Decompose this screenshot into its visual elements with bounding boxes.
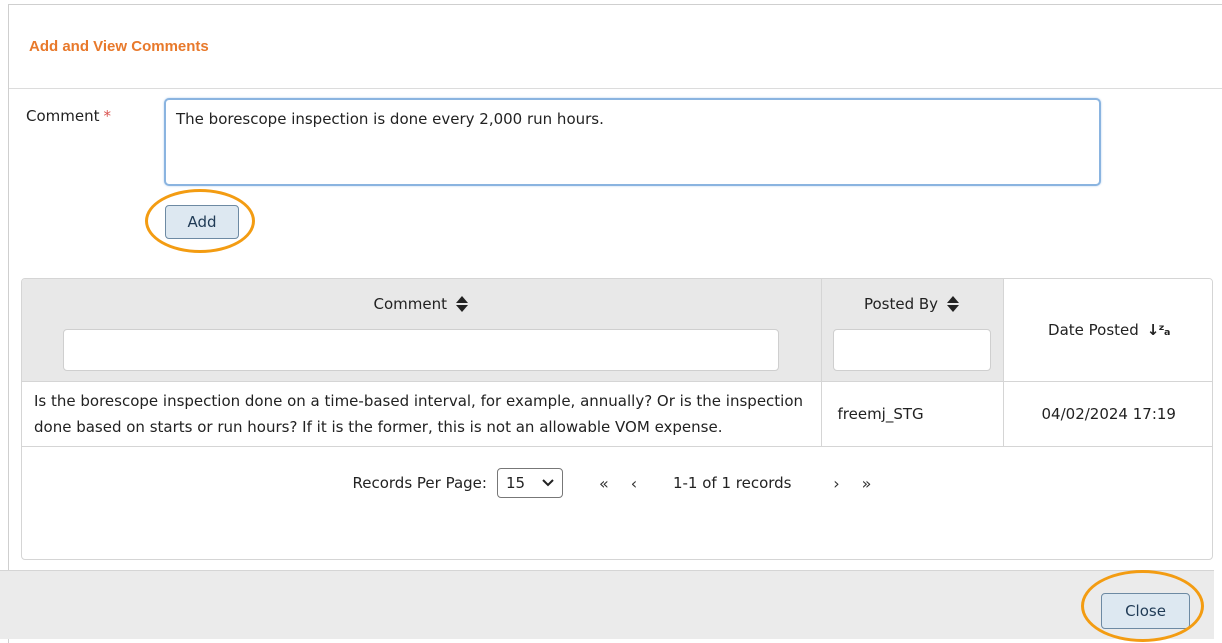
sort-icon[interactable]: [455, 295, 469, 313]
column-header-comment[interactable]: Comment: [22, 279, 822, 382]
comment-label: Comment *: [26, 107, 111, 125]
records-per-page-value: 15: [505, 474, 526, 492]
sort-descending-za-icon[interactable]: ↓ᶻₐ: [1147, 321, 1171, 339]
header-row: Comment Posted By Date Posted ↓ᶻₐ: [22, 279, 1212, 382]
add-button[interactable]: Add: [165, 205, 239, 239]
posted-by-filter-input[interactable]: [833, 329, 991, 371]
dialog-title: Add and View Comments: [29, 38, 209, 55]
column-date-posted-label: Date Posted: [1048, 321, 1139, 339]
chevron-down-icon: [542, 479, 554, 487]
page-info: 1-1 of 1 records: [672, 474, 792, 492]
comments-table: Comment Posted By Date Posted ↓ᶻₐ Is the…: [22, 279, 1212, 447]
column-posted-by-label: Posted By: [863, 295, 939, 313]
dialog-footer: Close: [0, 570, 1214, 639]
comment-label-text: Comment: [26, 107, 100, 125]
sort-icon[interactable]: [946, 295, 960, 313]
first-page-icon[interactable]: «: [589, 474, 619, 493]
column-comment-label: Comment: [373, 295, 448, 313]
next-page-icon[interactable]: ›: [822, 474, 852, 493]
previous-page-icon[interactable]: ‹: [619, 474, 649, 493]
cell-date-posted: 04/02/2024 17:19: [1003, 381, 1212, 447]
dialog-header: Add and View Comments: [9, 5, 1222, 89]
comment-filter-input[interactable]: [63, 329, 780, 371]
column-header-posted-by[interactable]: Posted By: [821, 279, 1004, 382]
comment-input[interactable]: [164, 98, 1101, 186]
comments-grid: Comment Posted By Date Posted ↓ᶻₐ Is the…: [21, 278, 1213, 560]
records-per-page-select[interactable]: 15: [496, 468, 563, 498]
cell-posted-by: freemj_STG: [821, 381, 1004, 447]
required-mark: *: [103, 107, 112, 125]
cell-comment: Is the borescope inspection done on a ti…: [22, 381, 822, 447]
column-header-date-posted[interactable]: Date Posted ↓ᶻₐ: [1003, 279, 1212, 382]
last-page-icon[interactable]: »: [852, 474, 882, 493]
pager: Records Per Page: 15 « ‹ 1-1 of 1 record…: [22, 447, 1212, 519]
close-button[interactable]: Close: [1101, 593, 1190, 629]
records-per-page-label: Records Per Page:: [352, 474, 487, 492]
table-row: Is the borescope inspection done on a ti…: [22, 381, 1212, 447]
